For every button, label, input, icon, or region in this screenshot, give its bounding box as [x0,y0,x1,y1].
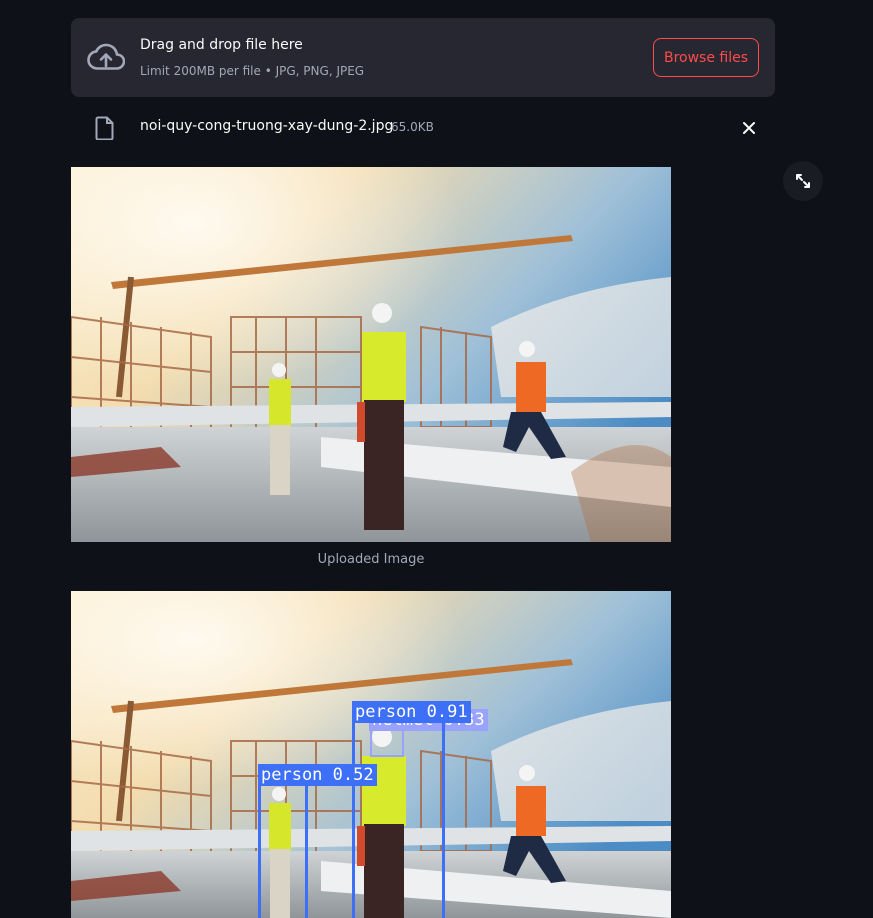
browse-files-button[interactable]: Browse files [653,38,759,77]
cloud-upload-icon [87,43,125,70]
detection-box-person: person 0.91 [352,701,471,918]
dropzone-title: Drag and drop file here [140,37,303,53]
detection-box-person: person 0.52 [258,764,377,918]
file-name: noi-quy-cong-truong-xay-dung-2.jpg [140,118,394,134]
file-dropzone[interactable]: Drag and drop file here Limit 200MB per … [71,18,775,97]
detection-result-image: helmet 0.33 person 0.91 person 0.52 [71,591,671,918]
close-icon[interactable] [739,118,759,138]
uploaded-image-caption: Uploaded Image [317,552,425,567]
file-size: 65.0KB [391,120,434,134]
expand-icon [796,174,810,188]
file-icon [95,116,114,140]
uploaded-image [71,167,671,542]
dropzone-limit-text: Limit 200MB per file • JPG, PNG, JPEG [140,64,365,78]
detection-label-person: person 0.52 [258,764,377,786]
fullscreen-button[interactable] [783,161,823,201]
uploaded-file-row: noi-quy-cong-truong-xay-dung-2.jpg 65.0K… [71,108,775,148]
detection-label-person: person 0.91 [352,701,471,723]
